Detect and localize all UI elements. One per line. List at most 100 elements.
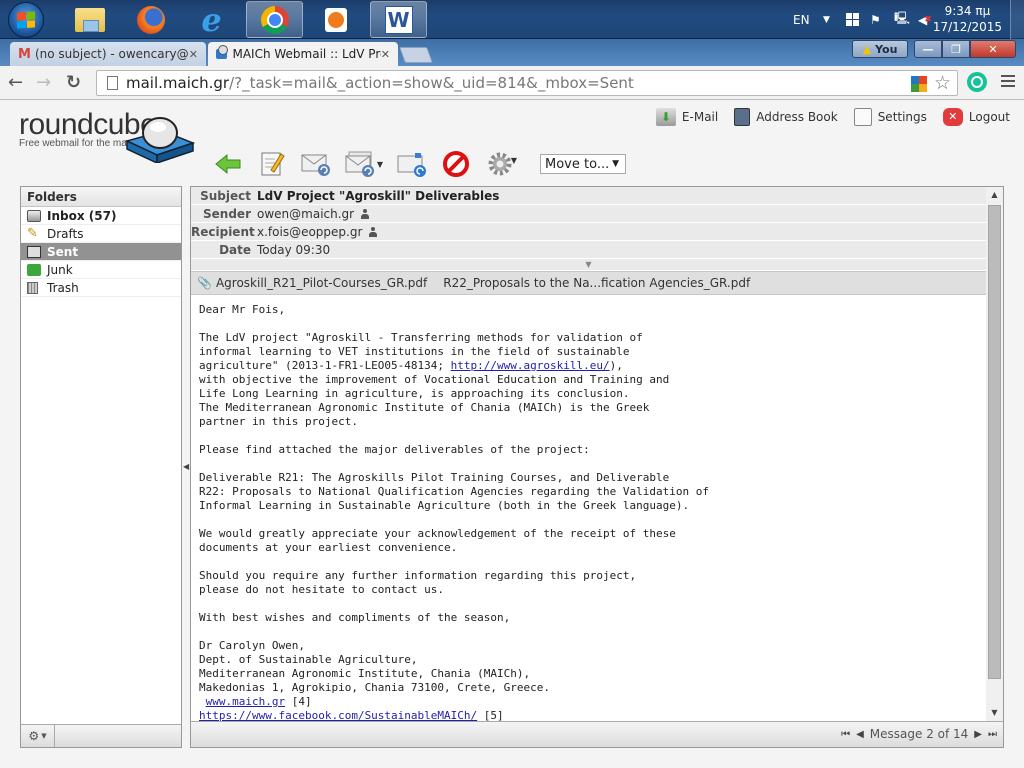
taskbar-word[interactable]: W	[370, 1, 427, 38]
move-to-select[interactable]: Move to... ▼	[540, 154, 626, 174]
sender-value[interactable]: owen@maich.gr	[257, 207, 354, 221]
app-header: roundcube Free webmail for the masses ⬇ …	[0, 100, 1024, 163]
next-message-icon[interactable]: ▶	[974, 729, 982, 740]
tab-gmail[interactable]: M (no subject) - owencary@g ✕	[10, 42, 206, 66]
nav-email[interactable]: ⬇ E-Mail	[655, 108, 718, 126]
back-button[interactable]: ←	[8, 72, 23, 93]
windows-taskbar: e W EN ▼ ⚑ 🖳 ◀ ✖ 9:34 πμ 17/12/2015	[0, 0, 1024, 39]
inbox-icon	[27, 209, 41, 222]
nav-address-book[interactable]: Address Book	[734, 108, 838, 126]
back-to-list-button[interactable]	[212, 149, 244, 179]
forward-button[interactable]: →	[36, 72, 51, 93]
trash-icon	[27, 281, 38, 294]
grammarly-extension-icon[interactable]	[967, 72, 987, 92]
window-controls: ▲ You — ❐ ✕	[852, 40, 1016, 58]
new-tab-button[interactable]	[399, 47, 433, 63]
previous-message-icon[interactable]: ◀	[856, 729, 864, 740]
folder-junk[interactable]: Junk	[21, 261, 181, 279]
close-window-button[interactable]: ✕	[970, 40, 1016, 58]
app-navigation: ⬇ E-Mail Address Book Settings ✕ Logout	[655, 108, 1010, 126]
scroll-down-icon[interactable]: ▼	[986, 705, 1003, 721]
taskbar-media-player[interactable]	[307, 1, 364, 38]
folder-drafts[interactable]: ✎ Drafts	[21, 225, 181, 243]
attachment-link[interactable]: Agroskill_R21_Pilot-Courses_GR.pdf	[216, 276, 427, 290]
folder-sent[interactable]: Sent	[21, 243, 181, 261]
reload-button[interactable]: ↻	[66, 72, 81, 93]
tray-overflow-button[interactable]: ▼	[823, 0, 830, 39]
reply-all-dropdown-icon[interactable]: ▼	[377, 160, 383, 169]
tab-webmail[interactable]: MAICh Webmail :: LdV Pro ✕	[208, 42, 398, 66]
signature: Dr Carolyn Owen, Dept. of Sustainable Ag…	[199, 639, 550, 694]
tab-close-icon[interactable]: ✕	[189, 48, 198, 61]
nav-logout[interactable]: ✕ Logout	[942, 108, 1010, 126]
profile-button[interactable]: ▲ You	[852, 40, 908, 58]
restore-button[interactable]: ❐	[942, 40, 970, 58]
reply-all-button[interactable]: ▼	[344, 149, 384, 179]
browser-toolbar: ← → ↻ mail.maich.gr/?_task=mail&_action=…	[0, 66, 1024, 100]
internet-explorer-icon: e	[201, 0, 222, 39]
forward-button[interactable]	[396, 149, 428, 179]
system-clock[interactable]: 9:34 πμ 17/12/2015	[933, 3, 1002, 35]
avg-extension-icon[interactable]	[911, 76, 927, 92]
agroskill-link[interactable]: http://www.agroskill.eu/	[451, 359, 610, 372]
delete-button[interactable]	[440, 149, 472, 179]
taskbar-firefox[interactable]	[122, 1, 179, 38]
body-greeting: Dear Mr Fois,	[199, 303, 286, 316]
body-paragraph: Please find attached the major deliverab…	[199, 443, 590, 456]
folder-trash[interactable]: Trash	[21, 279, 181, 297]
recipient-value[interactable]: x.fois@eoppep.gr	[257, 225, 362, 239]
message-scrollbar[interactable]: ▲ ▼	[986, 187, 1003, 721]
volume-muted-icon[interactable]: ◀ ✖	[918, 0, 932, 39]
network-icon[interactable]: 🖳	[894, 0, 910, 39]
bookmark-star-icon[interactable]: ☆	[934, 72, 951, 94]
chrome-menu-icon[interactable]	[1001, 75, 1015, 87]
reply-all-icon	[345, 151, 374, 177]
body-paragraph: We would greatly appreciate your acknowl…	[199, 527, 676, 554]
windows-tray-icon[interactable]	[846, 0, 859, 39]
message-view: Subject LdV Project "Agroskill" Delivera…	[190, 186, 1004, 748]
folders-panel: Folders Inbox (57) ✎ Drafts Sent Junk Tr…	[20, 186, 182, 748]
first-message-icon[interactable]: ⏮	[841, 729, 850, 740]
delete-icon	[443, 151, 469, 177]
language-label: EN	[793, 12, 810, 27]
message-count: Message 2 of 14	[869, 727, 969, 741]
word-icon: W	[384, 5, 413, 34]
tab-close-icon[interactable]: ✕	[381, 48, 390, 61]
taskbar-internet-explorer[interactable]: e	[183, 1, 240, 38]
more-actions-button[interactable]: ▼	[484, 149, 520, 179]
taskbar-file-explorer[interactable]	[61, 1, 118, 38]
address-book-icon	[734, 108, 751, 126]
language-indicator[interactable]: EN	[793, 0, 810, 39]
headers-toggle[interactable]: ▼	[191, 259, 986, 271]
nav-settings[interactable]: Settings	[853, 108, 927, 126]
message-headers: Subject LdV Project "Agroskill" Delivera…	[191, 187, 986, 295]
action-center-flag-icon[interactable]: ⚑	[870, 0, 881, 39]
chevron-down-icon: ▼	[612, 159, 619, 169]
media-player-icon	[324, 7, 347, 32]
scrollbar-thumb[interactable]	[988, 205, 1001, 679]
move-to-label: Move to...	[545, 156, 610, 172]
forward-icon	[397, 153, 426, 177]
show-desktop-button[interactable]	[1010, 0, 1024, 39]
message-toolbar: ▼ ▼ Move to... ▼	[212, 146, 626, 182]
add-contact-icon[interactable]	[368, 226, 378, 237]
reply-button[interactable]	[300, 149, 332, 179]
minimize-button[interactable]: —	[914, 40, 942, 58]
folder-label: Drafts	[47, 226, 84, 241]
add-contact-icon[interactable]	[360, 208, 370, 219]
compose-button[interactable]	[256, 149, 288, 179]
last-message-icon[interactable]: ⏭	[988, 729, 997, 740]
folder-inbox[interactable]: Inbox (57)	[21, 207, 181, 225]
scroll-up-icon[interactable]: ▲	[986, 187, 1003, 203]
start-button[interactable]	[8, 2, 44, 38]
arrow-left-icon	[215, 153, 241, 175]
maich-link[interactable]: www.maich.gr	[206, 695, 285, 708]
panel-resize-handle[interactable]: ◀	[183, 462, 189, 471]
attachment-link[interactable]: R22_Proposals to the Na...fication Agenc…	[443, 276, 750, 290]
address-bar[interactable]: mail.maich.gr/?_task=mail&_action=show&_…	[96, 70, 958, 96]
taskbar-chrome[interactable]	[246, 1, 303, 38]
folder-actions-button[interactable]: ⚙ ▼	[21, 725, 55, 747]
clock-date: 17/12/2015	[932, 20, 1002, 34]
gmail-icon: M	[18, 46, 31, 62]
tab-title: MAICh Webmail :: LdV Pro	[232, 47, 381, 61]
